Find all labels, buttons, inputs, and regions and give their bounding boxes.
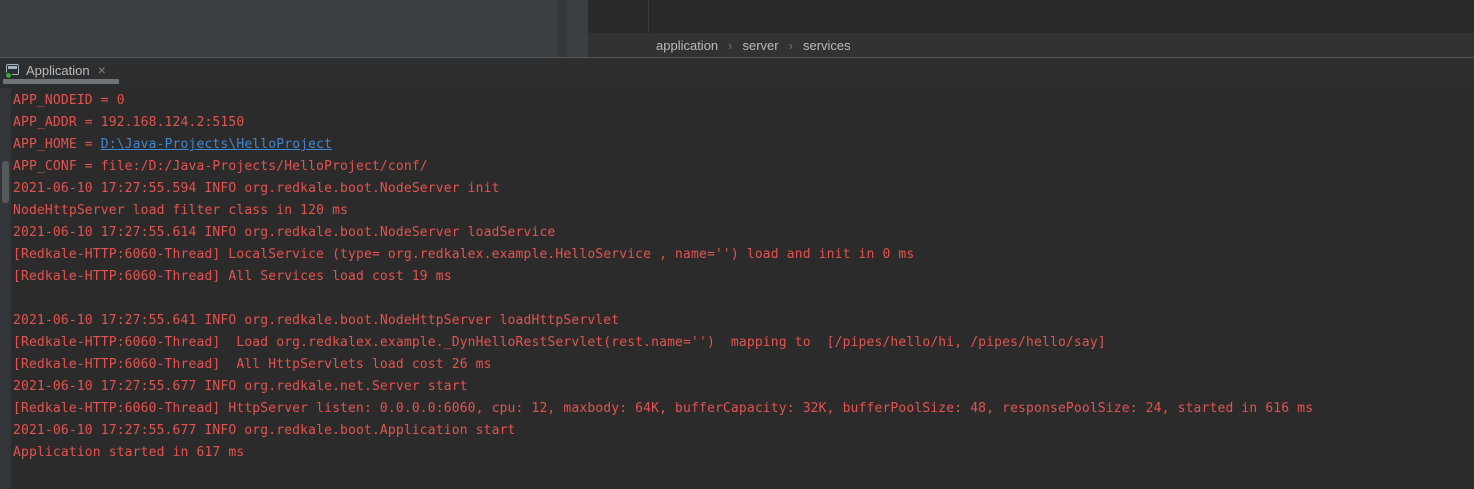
console-line: APP_NODEID = 0: [13, 90, 1474, 112]
tab-active-indicator: [3, 79, 119, 84]
console-line: [Redkale-HTTP:6060-Thread] All Services …: [13, 266, 1474, 288]
console-panel: APP_NODEID = 0 APP_ADDR = 192.168.124.2:5…: [0, 88, 1474, 489]
console-line: [Redkale-HTTP:6060-Thread] Load org.redk…: [13, 332, 1474, 354]
console-window-titlebar: [8, 66, 17, 69]
console-run-icon: [6, 64, 21, 77]
close-icon[interactable]: ×: [98, 63, 106, 77]
console-text: 2021-06-10 17:27:55.641 INFO org.redkale…: [13, 313, 619, 328]
console-line: [Redkale-HTTP:6060-Thread] All HttpServl…: [13, 354, 1474, 376]
console-line: [Redkale-HTTP:6060-Thread] HttpServer li…: [13, 398, 1474, 420]
console-tab-bar: Application ×: [0, 58, 1474, 87]
breadcrumb-item-application[interactable]: application: [656, 38, 718, 53]
console-text: 2021-06-10 17:27:55.677 INFO org.redkale…: [13, 423, 516, 438]
console-line: 2021-06-10 17:27:55.677 INFO org.redkale…: [13, 420, 1474, 442]
console-text: [Redkale-HTTP:6060-Thread] Load org.redk…: [13, 335, 1106, 350]
console-text: 2021-06-10 17:27:55.614 INFO org.redkale…: [13, 225, 555, 240]
chevron-right-icon: ›: [789, 39, 793, 52]
console-text: Application started in 617 ms: [13, 445, 244, 460]
console-text: [Redkale-HTTP:6060-Thread] LocalService …: [13, 247, 914, 262]
editor-scrollbar-track[interactable]: [557, 0, 567, 57]
console-text: 2021-06-10 17:27:55.677 INFO org.redkale…: [13, 379, 468, 394]
editor-header-area: [588, 0, 1474, 33]
console-line: Application started in 617 ms: [13, 442, 1474, 464]
console-line: 2021-06-10 17:27:55.677 INFO org.redkale…: [13, 376, 1474, 398]
console-text: [Redkale-HTTP:6060-Thread] All Services …: [13, 269, 452, 284]
console-text: APP_HOME =: [13, 137, 101, 152]
ide-window: application › server › services Application …: [0, 0, 1474, 489]
chevron-right-icon: ›: [728, 39, 732, 52]
header-divider: [648, 0, 649, 33]
console-output[interactable]: APP_NODEID = 0 APP_ADDR = 192.168.124.2:5…: [13, 90, 1474, 464]
console-line: 2021-06-10 17:27:55.594 INFO org.redkale…: [13, 178, 1474, 200]
scrollbar-thumb[interactable]: [2, 161, 9, 203]
console-line: [13, 288, 1474, 310]
editor-empty-area: [0, 0, 588, 57]
console-text: APP_ADDR = 192.168.124.2:5150: [13, 115, 244, 130]
breadcrumb: application › server › services: [588, 33, 1474, 57]
console-line: APP_CONF = file:/D:/Java-Projects/HelloP…: [13, 156, 1474, 178]
running-indicator-dot: [5, 72, 12, 79]
console-line: 2021-06-10 17:27:55.641 INFO org.redkale…: [13, 310, 1474, 332]
console-line: APP_ADDR = 192.168.124.2:5150: [13, 112, 1474, 134]
console-line: NodeHttpServer load filter class in 120 …: [13, 200, 1474, 222]
app-home-link[interactable]: D:\Java-Projects\HelloProject: [101, 137, 332, 152]
console-text: NodeHttpServer load filter class in 120 …: [13, 203, 348, 218]
console-text: [Redkale-HTTP:6060-Thread] All HttpServl…: [13, 357, 492, 372]
console-text: [Redkale-HTTP:6060-Thread] HttpServer li…: [13, 401, 1313, 416]
console-line: [Redkale-HTTP:6060-Thread] LocalService …: [13, 244, 1474, 266]
console-text: APP_CONF = file:/D:/Java-Projects/HelloP…: [13, 159, 428, 174]
breadcrumb-item-services[interactable]: services: [803, 38, 851, 53]
console-gutter: [0, 88, 11, 489]
console-line: 2021-06-10 17:27:55.614 INFO org.redkale…: [13, 222, 1474, 244]
breadcrumb-item-server[interactable]: server: [743, 38, 779, 53]
tab-application-label: Application: [26, 63, 90, 78]
console-text: 2021-06-10 17:27:55.594 INFO org.redkale…: [13, 181, 500, 196]
console-line: APP_HOME = D:\Java-Projects\HelloProject: [13, 134, 1474, 156]
console-text: APP_NODEID = 0: [13, 93, 125, 108]
